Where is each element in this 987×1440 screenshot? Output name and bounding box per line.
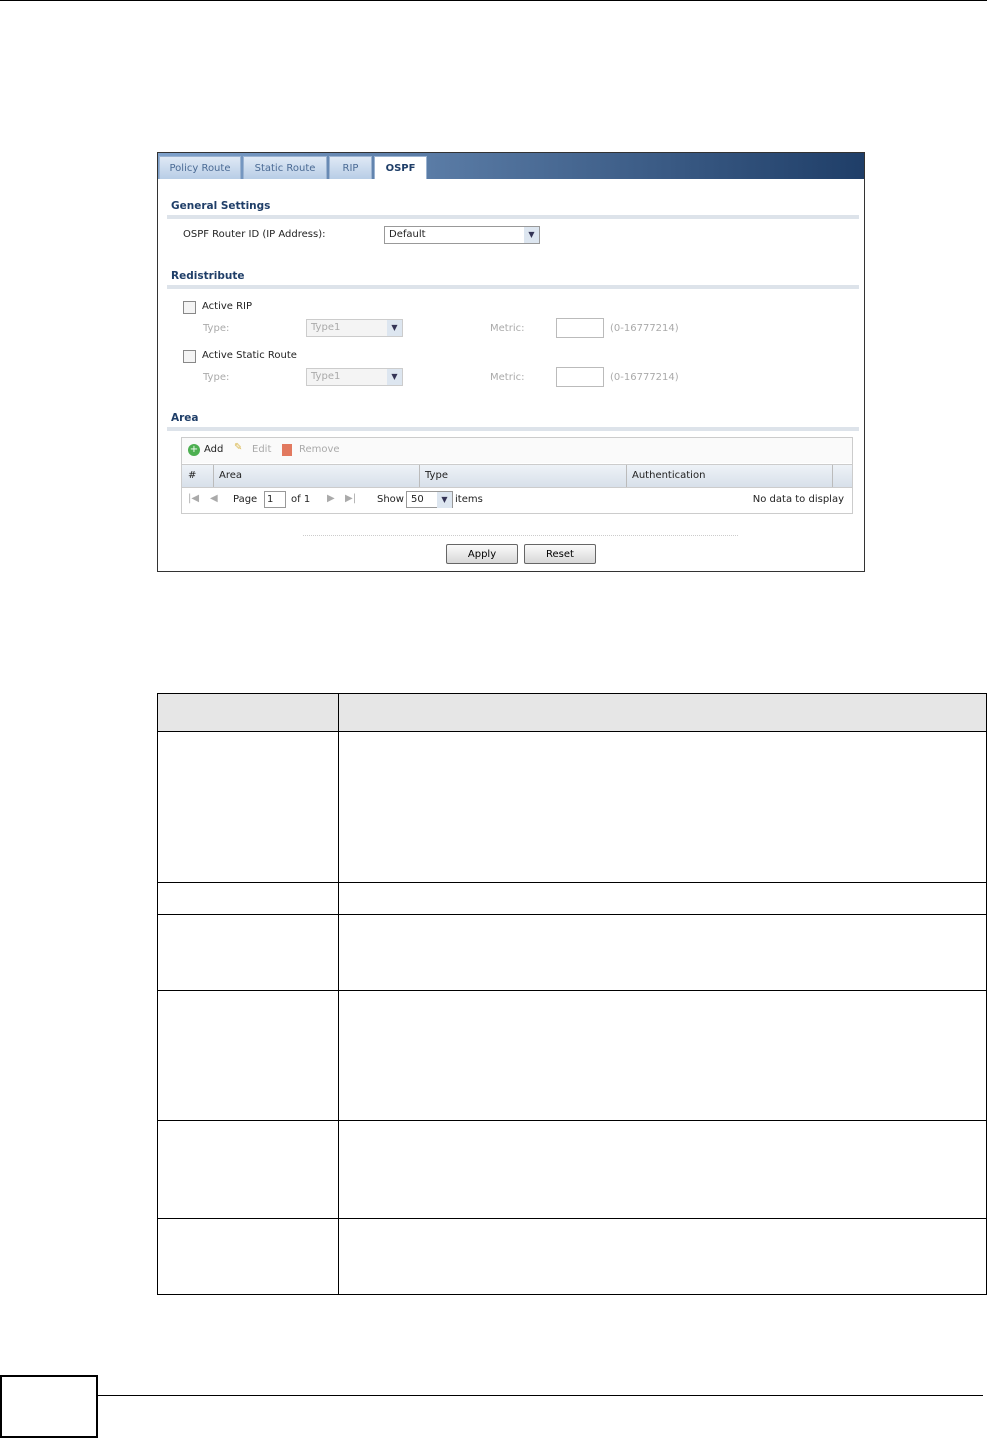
router-id-label: OSPF Router ID (IP Address): — [183, 229, 326, 240]
trash-icon — [282, 444, 292, 456]
show-label: Show — [377, 494, 404, 505]
edit-button[interactable]: Edit — [252, 444, 271, 455]
page-number-box — [0, 1375, 98, 1438]
chevron-down-icon: ▼ — [437, 492, 452, 508]
reset-button[interactable]: Reset — [524, 544, 596, 564]
footer-rule — [98, 1395, 983, 1396]
no-data-text: No data to display — [752, 494, 844, 505]
add-button[interactable]: Add — [204, 444, 223, 455]
per-page-value: 50 — [411, 494, 424, 505]
tab-rip[interactable]: RIP — [329, 156, 372, 179]
area-table-header: # Area Type Authentication — [182, 464, 852, 488]
static-metric-input[interactable] — [556, 367, 604, 387]
add-icon: + — [188, 444, 200, 456]
area-heading: Area — [171, 412, 199, 424]
rip-metric-label: Metric: — [490, 323, 525, 334]
area-table: + Add ✎ Edit Remove # Area Type Authenti… — [181, 437, 853, 514]
page-of-label: of 1 — [291, 494, 311, 505]
active-rip-label: Active RIP — [202, 301, 253, 312]
active-static-route-label: Active Static Route — [202, 350, 297, 361]
table-row — [157, 731, 987, 883]
divider — [303, 535, 738, 536]
table-row — [157, 914, 987, 991]
col-number[interactable]: # — [188, 470, 196, 481]
table-header-row — [157, 693, 987, 732]
divider — [167, 427, 859, 431]
redistribute-heading: Redistribute — [171, 270, 245, 282]
chevron-down-icon: ▼ — [387, 369, 402, 385]
table-row — [157, 1120, 987, 1219]
static-metric-range: (0-16777214) — [610, 372, 679, 383]
static-type-value: Type1 — [311, 371, 341, 382]
area-toolbar: + Add ✎ Edit Remove — [182, 438, 852, 463]
static-type-label: Type: — [203, 372, 230, 383]
tab-bar: Policy Route Static Route RIP OSPF — [158, 153, 864, 179]
rip-type-select[interactable]: Type1 ▼ — [306, 319, 403, 337]
page-label: Page — [233, 494, 258, 505]
active-static-route-checkbox[interactable] — [183, 350, 196, 363]
header-rule — [0, 0, 987, 1]
first-page-icon[interactable]: |◀ — [188, 493, 199, 504]
col-type[interactable]: Type — [419, 465, 626, 487]
tab-static-route[interactable]: Static Route — [243, 156, 327, 179]
last-page-icon[interactable]: ▶| — [345, 493, 356, 504]
col-area[interactable]: Area — [213, 465, 419, 487]
remove-button[interactable]: Remove — [299, 444, 340, 455]
chevron-down-icon: ▼ — [524, 227, 539, 243]
active-rip-checkbox[interactable] — [183, 301, 196, 314]
pager: |◀ ◀ Page 1 of 1 ▶ ▶| Show 50 ▼ items No … — [182, 488, 852, 512]
field-description-table — [157, 693, 987, 1295]
divider — [167, 215, 859, 219]
table-row — [157, 990, 987, 1121]
prev-page-icon[interactable]: ◀ — [210, 493, 218, 504]
chevron-down-icon: ▼ — [387, 320, 402, 336]
router-id-select[interactable]: Default ▼ — [384, 226, 540, 244]
static-type-select[interactable]: Type1 ▼ — [306, 368, 403, 386]
rip-metric-range: (0-16777214) — [610, 323, 679, 334]
tab-ospf[interactable]: OSPF — [374, 156, 427, 179]
apply-button[interactable]: Apply — [446, 544, 518, 564]
tab-policy-route[interactable]: Policy Route — [159, 156, 241, 179]
table-row — [157, 882, 987, 915]
static-metric-label: Metric: — [490, 372, 525, 383]
table-row — [157, 1218, 987, 1295]
ospf-screenshot: Policy Route Static Route RIP OSPF Gener… — [157, 152, 865, 572]
router-id-value: Default — [389, 229, 426, 240]
general-settings-heading: General Settings — [171, 200, 271, 212]
per-page-select[interactable]: 50 ▼ — [406, 491, 453, 508]
next-page-icon[interactable]: ▶ — [327, 493, 335, 504]
rip-type-label: Type: — [203, 323, 230, 334]
divider — [167, 285, 859, 289]
items-label: items — [455, 494, 483, 505]
edit-icon: ✎ — [234, 442, 243, 453]
rip-metric-input[interactable] — [556, 318, 604, 338]
col-authentication[interactable]: Authentication — [626, 465, 833, 487]
page-input[interactable]: 1 — [264, 491, 286, 508]
rip-type-value: Type1 — [311, 322, 341, 333]
